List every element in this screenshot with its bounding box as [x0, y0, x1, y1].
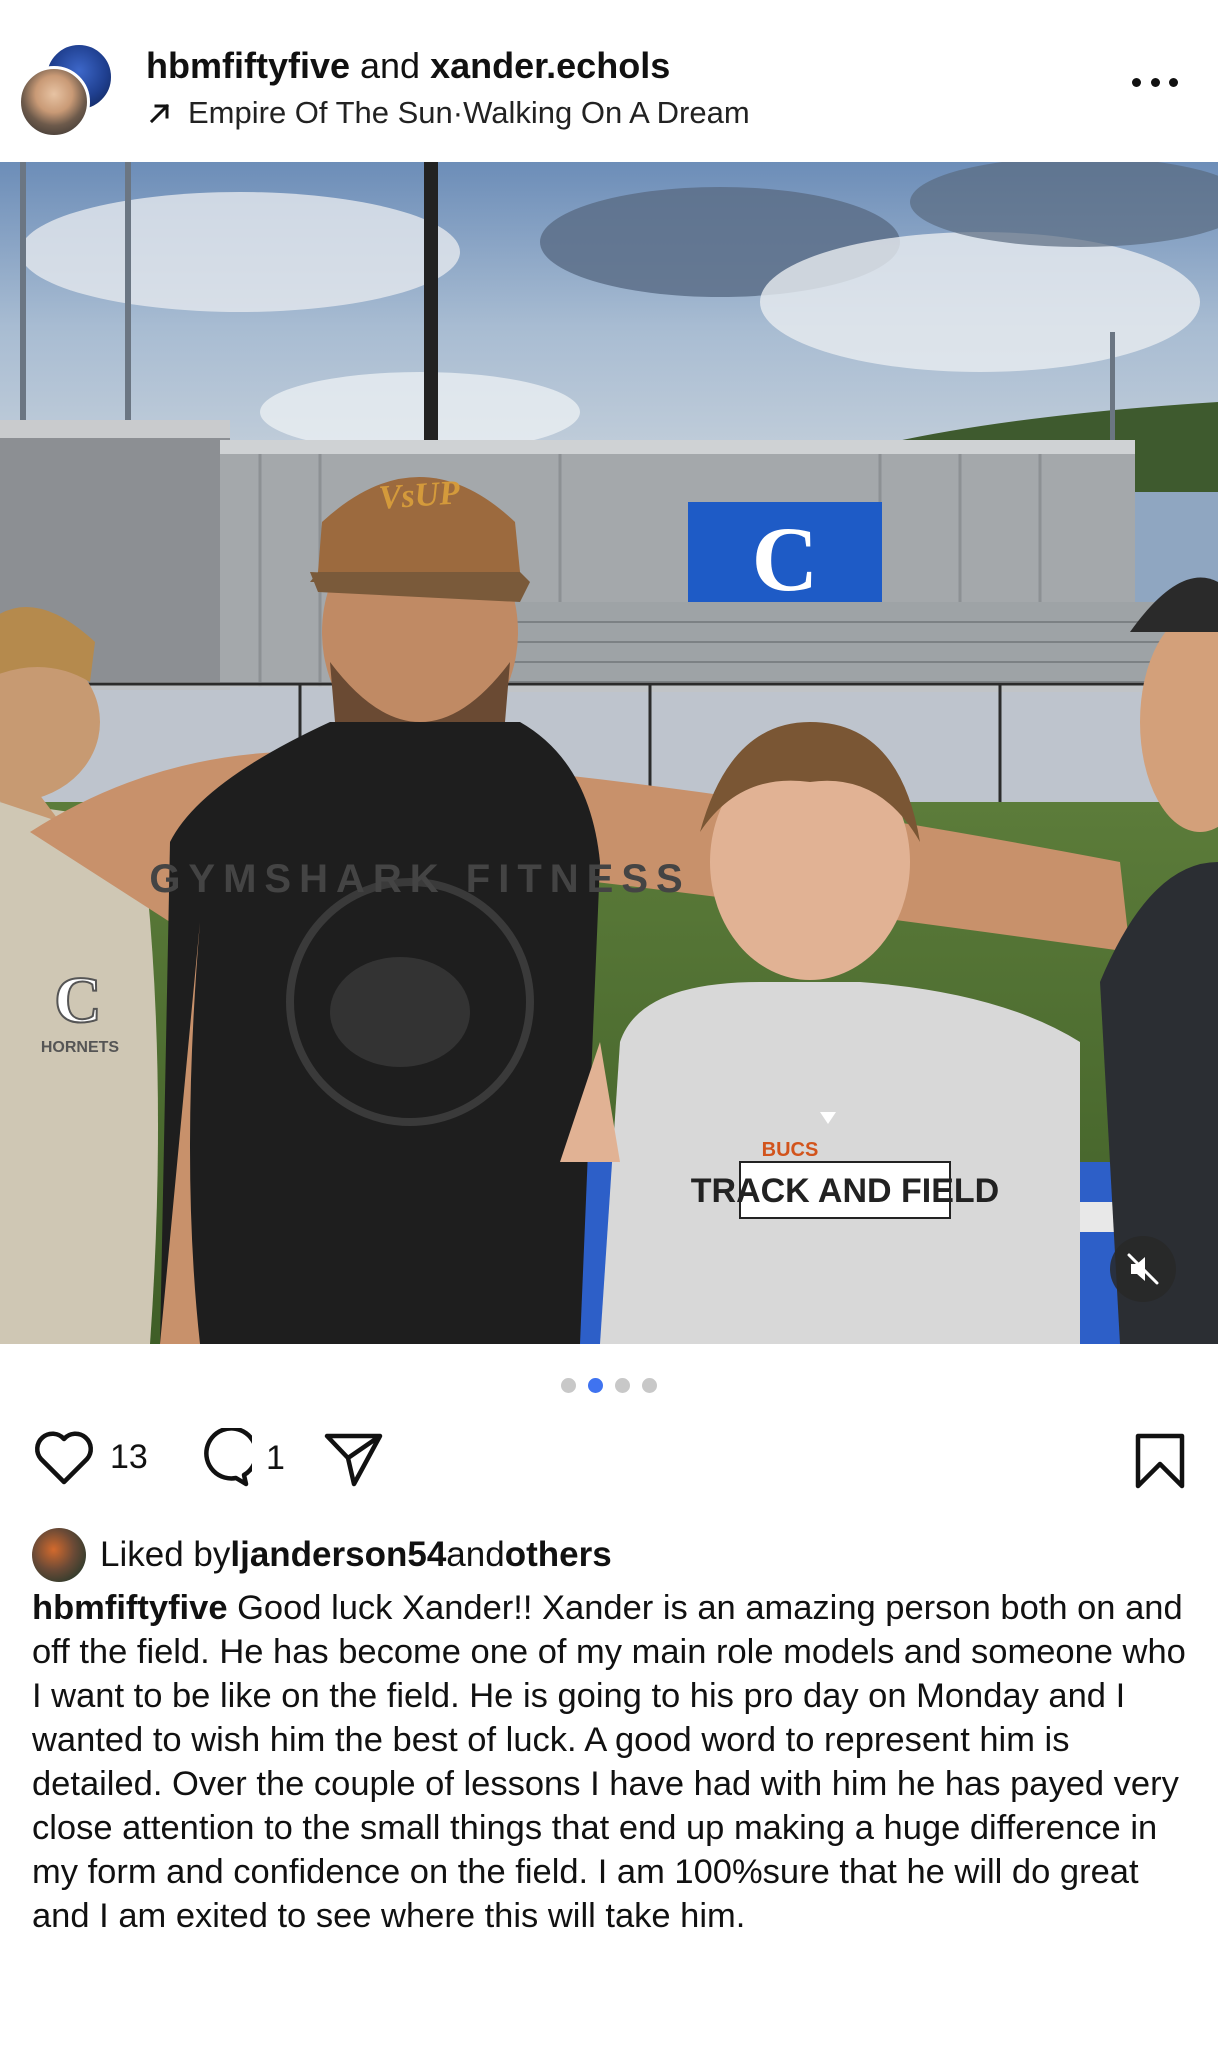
- music-separator: ·: [452, 95, 464, 130]
- like-count[interactable]: 13: [110, 1438, 148, 1477]
- like-action: 13: [32, 1428, 148, 1486]
- author-secondary-link[interactable]: xander.echols: [430, 45, 670, 86]
- carousel-indicator: [0, 1378, 1218, 1393]
- carousel-dot: [642, 1378, 657, 1393]
- post-actions: 13 1: [32, 1428, 1186, 1492]
- tee-brand: BUCS: [762, 1139, 819, 1161]
- mute-toggle-button[interactable]: [1110, 1236, 1176, 1302]
- liked-by-row[interactable]: Liked by ljanderson54 and others: [32, 1528, 612, 1582]
- liker-avatar[interactable]: [32, 1528, 86, 1582]
- comment-icon[interactable]: [192, 1428, 252, 1488]
- comment-count[interactable]: 1: [266, 1439, 285, 1478]
- tee-text: TRACK AND FIELD: [691, 1172, 1000, 1210]
- left-shirt-letter: C: [54, 964, 102, 1037]
- arrow-up-right-icon: [149, 103, 170, 124]
- names-joiner: and: [350, 45, 431, 86]
- liked-by-prefix: Liked by: [100, 1535, 231, 1574]
- bookmark-icon[interactable]: [1134, 1432, 1186, 1490]
- comment-action: 1: [192, 1428, 285, 1488]
- speaker-muted-icon: [1127, 1253, 1159, 1285]
- post-photo[interactable]: C C HORNETS VsUP GYMSHARK FITNESS TRACK …: [0, 162, 1218, 1344]
- post-authors: hbmfiftyfive and xander.echols: [146, 42, 670, 90]
- heart-icon[interactable]: [32, 1428, 96, 1486]
- left-shirt-word: HORNETS: [41, 1039, 120, 1056]
- ellipsis-horizontal-icon[interactable]: [1132, 72, 1178, 92]
- cap-logo: VsUP: [377, 474, 461, 517]
- music-track: Walking On A Dream: [463, 95, 750, 130]
- carousel-dot-active: [588, 1378, 603, 1393]
- likes-others-link[interactable]: others: [505, 1535, 612, 1575]
- share-action: [322, 1428, 386, 1488]
- photo-illustration: C C HORNETS VsUP GYMSHARK FITNESS TRACK …: [0, 162, 1218, 1344]
- music-link[interactable]: Empire Of The Sun · Walking On A Dream: [148, 92, 750, 134]
- bookmark-action: [1134, 1432, 1186, 1495]
- post-caption: hbmfiftyfive Good luck Xander!! Xander i…: [32, 1586, 1192, 1938]
- collab-avatars[interactable]: [18, 38, 114, 138]
- banner-letter: C: [752, 508, 818, 610]
- liked-by-joiner: and: [446, 1535, 505, 1574]
- post-header: hbmfiftyfive and xander.echols Empire Of…: [0, 0, 1218, 162]
- author-primary-link[interactable]: hbmfiftyfive: [146, 45, 350, 86]
- tank-shirt-text: GYMSHARK FITNESS: [149, 857, 690, 901]
- liker-username[interactable]: ljanderson54: [230, 1535, 446, 1575]
- send-icon[interactable]: [322, 1428, 386, 1488]
- caption-author[interactable]: hbmfiftyfive: [32, 1589, 228, 1627]
- caption-text: Good luck Xander!! Xander is an amazing …: [32, 1589, 1186, 1935]
- avatar-hbmfiftyfive[interactable]: [18, 66, 90, 138]
- carousel-dot: [615, 1378, 630, 1393]
- carousel-dot: [561, 1378, 576, 1393]
- music-artist: Empire Of The Sun: [188, 95, 453, 130]
